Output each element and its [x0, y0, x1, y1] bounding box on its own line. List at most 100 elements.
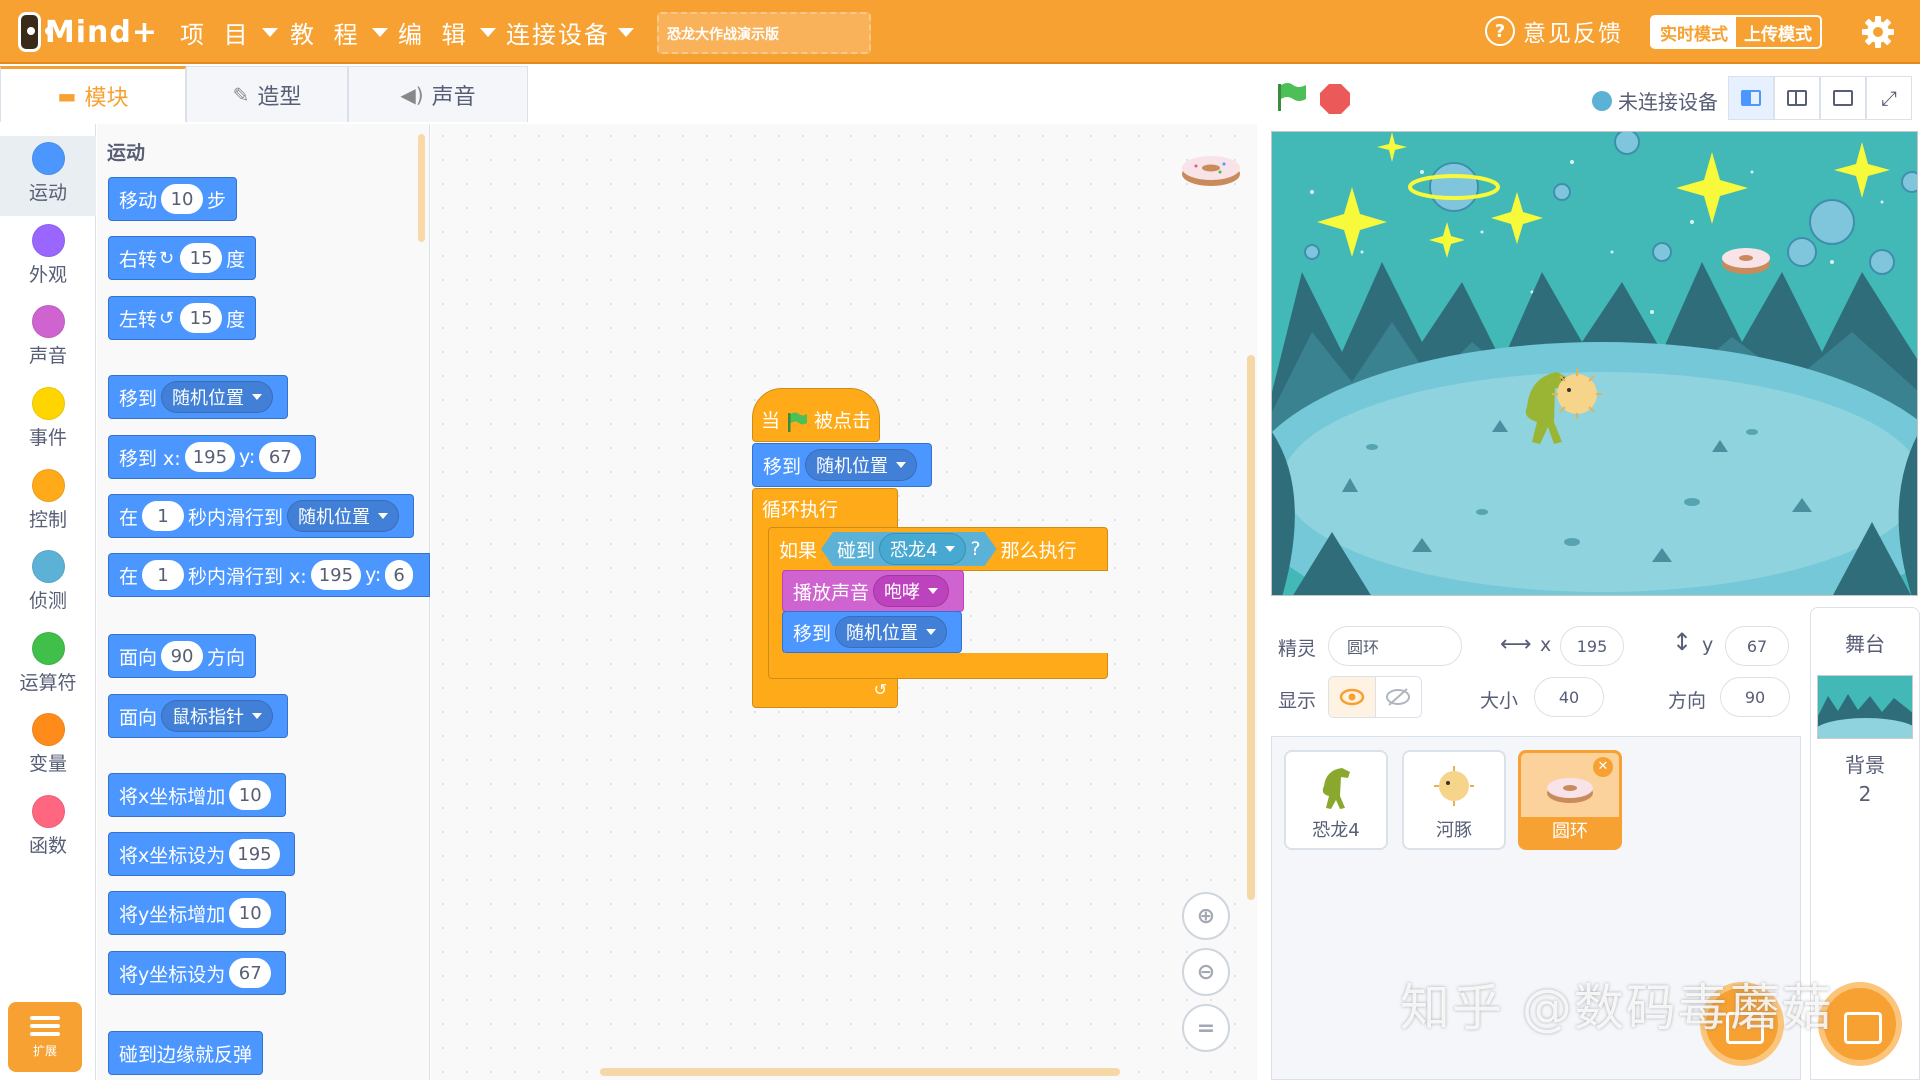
- number-input[interactable]: 10: [229, 780, 272, 810]
- category-motion[interactable]: 运动: [0, 136, 96, 216]
- fullscreen-button[interactable]: ⤢: [1866, 76, 1912, 120]
- large-stage-button[interactable]: [1774, 76, 1820, 120]
- rotate-clockwise-icon: ↻: [159, 247, 175, 269]
- target-dropdown[interactable]: 鼠标指针: [161, 700, 274, 732]
- mindplus-logo[interactable]: Mind+: [18, 8, 158, 56]
- block-turn-right[interactable]: 右转 ↻ 15 度: [108, 236, 257, 280]
- delete-icon[interactable]: ✕: [1593, 757, 1613, 777]
- category-events[interactable]: 事件: [0, 381, 96, 461]
- feedback-button[interactable]: ? 意见反馈: [1485, 14, 1623, 48]
- number-input[interactable]: 15: [180, 303, 223, 333]
- hide-button[interactable]: [1374, 677, 1421, 717]
- stage-canvas[interactable]: [1271, 131, 1918, 596]
- upload-mode-button[interactable]: 上传模式: [1736, 17, 1820, 47]
- touch-target-dropdown[interactable]: 恐龙4: [879, 533, 966, 565]
- small-stage-button[interactable]: [1728, 76, 1774, 120]
- if-then-block[interactable]: 如果 碰到 恐龙4 ? 那么执行: [768, 527, 1108, 571]
- target-dropdown[interactable]: 随机位置: [161, 381, 274, 413]
- category-dot: [31, 795, 65, 828]
- target-dropdown[interactable]: 随机位置: [805, 449, 918, 481]
- target-dropdown[interactable]: 随机位置: [287, 500, 400, 532]
- x-input[interactable]: 195: [310, 560, 362, 590]
- number-input[interactable]: 195: [229, 839, 280, 869]
- block-set-x[interactable]: 将x坐标设为 195: [108, 832, 295, 876]
- block-glide-xy[interactable]: 在 1 秒内滑行到 x: 195 y: 6: [108, 553, 430, 597]
- category-operators[interactable]: 运算符: [0, 626, 96, 706]
- block-goto-target[interactable]: 移到 随机位置: [108, 375, 289, 419]
- palette-scrollbar[interactable]: [418, 134, 425, 242]
- block-change-x[interactable]: 将x坐标增加 10: [108, 773, 287, 817]
- number-input[interactable]: 67: [229, 958, 272, 988]
- menu-project[interactable]: 项 目: [180, 0, 278, 64]
- gear-icon[interactable]: [1860, 14, 1896, 50]
- x-input[interactable]: 195: [184, 442, 236, 472]
- block-change-y[interactable]: 将y坐标增加 10: [108, 891, 287, 935]
- extension-button[interactable]: 扩展: [8, 1002, 82, 1072]
- number-input[interactable]: 10: [229, 898, 272, 928]
- touching-condition[interactable]: 碰到 恐龙4 ?: [821, 532, 997, 566]
- zoom-in-button[interactable]: ⊕: [1182, 892, 1230, 940]
- play-sound-block[interactable]: 播放声音 咆哮: [782, 570, 965, 612]
- sound-dropdown[interactable]: 咆哮: [873, 575, 950, 607]
- category-label: 事件: [28, 427, 67, 449]
- sprite-name-input[interactable]: 圆环: [1328, 626, 1462, 666]
- block-move-steps[interactable]: 移动 10 步: [108, 177, 238, 221]
- category-functions[interactable]: 函数: [0, 789, 96, 869]
- menu-tutorial[interactable]: 教 程: [290, 0, 388, 64]
- category-variables[interactable]: 变量: [0, 707, 96, 787]
- eye-slash-icon: [1386, 688, 1411, 706]
- project-name-input[interactable]: 恐龙大作战演示版: [657, 12, 871, 54]
- zoom-out-icon: ⊖: [1196, 959, 1216, 985]
- script-goto-block[interactable]: 移到 随机位置: [752, 443, 933, 487]
- target-dropdown[interactable]: 随机位置: [835, 616, 948, 648]
- x-label: x: [1540, 634, 1552, 656]
- block-goto-xy[interactable]: 移到 x: 195 y: 67: [108, 435, 317, 479]
- when-flag-clicked-block[interactable]: 当 被点击: [752, 388, 881, 442]
- block-text: 那么执行: [1000, 539, 1077, 562]
- y-input[interactable]: 6: [385, 560, 413, 590]
- zoom-out-button[interactable]: ⊖: [1182, 948, 1230, 996]
- script-goto-block-2[interactable]: 移到 随机位置: [782, 611, 963, 653]
- sprite-card-donut[interactable]: ✕ 圆环: [1518, 750, 1622, 850]
- block-set-y[interactable]: 将y坐标设为 67: [108, 951, 287, 995]
- direction-input[interactable]: 90: [1720, 677, 1790, 717]
- show-button[interactable]: [1329, 677, 1375, 717]
- x-input[interactable]: 195: [1560, 626, 1624, 666]
- block-bounce-on-edge[interactable]: 碰到边缘就反弹: [108, 1031, 264, 1075]
- category-sensing[interactable]: 侦测: [0, 544, 96, 624]
- block-text: 当: [761, 410, 781, 432]
- script-vertical-scrollbar[interactable]: [1247, 355, 1255, 900]
- block-text: 方向: [207, 646, 246, 669]
- zoom-reset-button[interactable]: =: [1182, 1004, 1230, 1052]
- realtime-mode-button[interactable]: 实时模式: [1652, 17, 1736, 47]
- category-looks[interactable]: 外观: [0, 218, 96, 298]
- block-point-direction[interactable]: 面向 90 方向: [108, 634, 257, 678]
- tab-sounds[interactable]: ◀) 声音: [348, 66, 528, 122]
- sprite-card-pufferfish[interactable]: 河豚: [1402, 750, 1506, 850]
- block-turn-left[interactable]: 左转 ↺ 15 度: [108, 296, 257, 340]
- block-point-towards[interactable]: 面向 鼠标指针: [108, 694, 289, 738]
- tab-costumes[interactable]: ✎ 造型: [186, 66, 348, 122]
- y-input[interactable]: 67: [259, 442, 302, 472]
- full-stage-button[interactable]: [1820, 76, 1866, 120]
- category-sound[interactable]: 声音: [0, 299, 96, 379]
- green-flag-icon[interactable]: [1275, 82, 1307, 112]
- seconds-input[interactable]: 1: [142, 501, 185, 531]
- menu-connect-device[interactable]: 连接设备: [506, 0, 634, 64]
- y-input[interactable]: 67: [1725, 626, 1789, 666]
- menu-edit[interactable]: 编 辑: [398, 0, 496, 64]
- direction-input[interactable]: 90: [161, 641, 204, 671]
- script-horizontal-scrollbar[interactable]: [600, 1068, 1120, 1076]
- mode-switch[interactable]: 实时模式 上传模式: [1650, 15, 1822, 49]
- number-input[interactable]: 15: [180, 243, 223, 273]
- number-input[interactable]: 10: [161, 184, 204, 214]
- sprite-card-dinosaur[interactable]: 恐龙4: [1284, 750, 1388, 850]
- tab-blocks[interactable]: ▬ 模块: [0, 66, 186, 122]
- block-glide-to-target[interactable]: 在 1 秒内滑行到 随机位置: [108, 494, 415, 538]
- feedback-label: 意见反馈: [1523, 21, 1623, 47]
- stop-icon[interactable]: [1320, 84, 1350, 114]
- category-control[interactable]: 控制: [0, 463, 96, 543]
- category-dot: [31, 469, 65, 502]
- size-input[interactable]: 40: [1534, 677, 1604, 717]
- seconds-input[interactable]: 1: [142, 560, 185, 590]
